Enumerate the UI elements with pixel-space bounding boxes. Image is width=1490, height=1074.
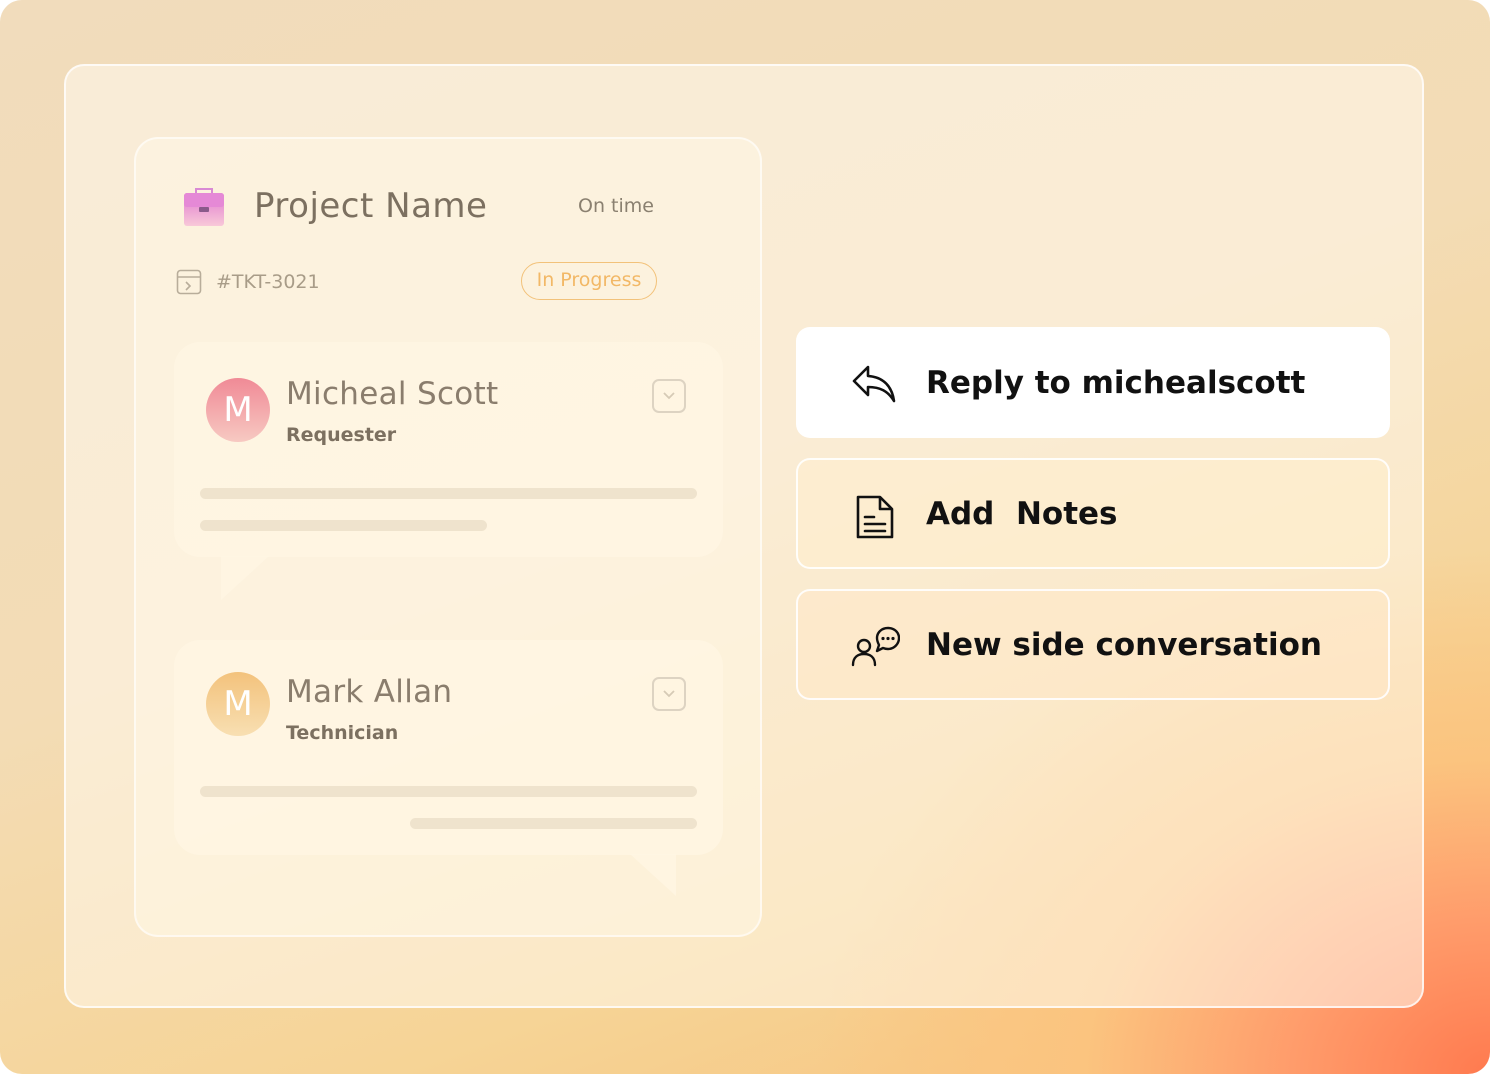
new-side-conversation-button[interactable]: New side conversation [796,589,1390,700]
text-placeholder [200,520,487,531]
add-notes-button[interactable]: Add Notes [796,458,1390,569]
text-placeholder [200,488,697,499]
avatar[interactable]: M [206,378,270,442]
status-badge: In Progress [521,262,657,300]
briefcase-icon [184,188,224,226]
reply-icon [852,365,896,403]
expand-button[interactable] [652,379,686,413]
text-placeholder [410,818,697,829]
add-notes-label: Add Notes [926,495,1118,532]
ticket-icon [176,269,202,295]
background-canvas: Project Name On time #TKT-3021 In Progre… [0,0,1490,1074]
new-side-conversation-label: New side conversation [926,626,1322,663]
technician-role: Technician [286,722,399,744]
project-name: Project Name [254,186,488,226]
avatar[interactable]: M [206,672,270,736]
expand-button[interactable] [652,677,686,711]
technician-name: Mark Allan [286,674,453,710]
chevron-down-icon [663,690,675,698]
reply-button[interactable]: Reply to michealscott [796,327,1390,438]
schedule-status: On time [578,195,654,217]
document-icon [856,495,894,539]
user-chat-icon [851,626,900,667]
bubble-tail [221,556,269,600]
ticket-id: #TKT-3021 [216,271,320,293]
bubble-tail [630,854,676,896]
text-placeholder [200,786,697,797]
requester-name: Micheal Scott [286,376,499,412]
requester-role: Requester [286,424,397,446]
chevron-down-icon [663,392,675,400]
reply-label: Reply to michealscott [926,364,1306,401]
